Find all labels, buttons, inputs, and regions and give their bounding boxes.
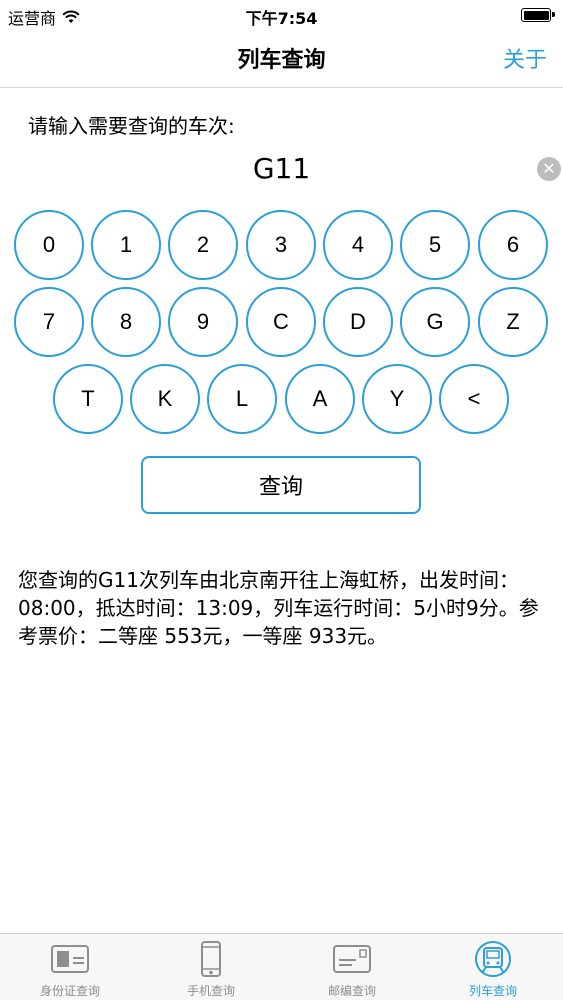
tab-label: 邮编查询 bbox=[327, 984, 376, 998]
key-c[interactable]: C bbox=[246, 287, 316, 357]
envelope-icon bbox=[333, 945, 371, 973]
key-l[interactable]: L bbox=[207, 364, 277, 434]
nav-bar: 列车查询 关于 bbox=[0, 30, 563, 88]
page-title: 列车查询 bbox=[237, 48, 326, 73]
input-prompt: 请输入需要查询的车次: bbox=[28, 114, 235, 138]
key-6[interactable]: 6 bbox=[478, 210, 548, 280]
phone-icon bbox=[201, 941, 221, 977]
key-d[interactable]: D bbox=[323, 287, 393, 357]
key-7[interactable]: 7 bbox=[14, 287, 84, 357]
clear-icon[interactable]: ✕ bbox=[537, 157, 561, 181]
key-z[interactable]: Z bbox=[478, 287, 548, 357]
tab-train[interactable]: 列车查询 bbox=[423, 934, 563, 1000]
key-2[interactable]: 2 bbox=[168, 210, 238, 280]
about-button[interactable]: 关于 bbox=[503, 42, 547, 74]
key-g[interactable]: G bbox=[400, 287, 470, 357]
key-t[interactable]: T bbox=[53, 364, 123, 434]
train-number-field[interactable]: G11 bbox=[0, 152, 563, 185]
key-9[interactable]: 9 bbox=[168, 287, 238, 357]
key-5[interactable]: 5 bbox=[400, 210, 470, 280]
tab-phone[interactable]: 手机查询 bbox=[141, 934, 281, 1000]
id-card-icon bbox=[51, 945, 89, 973]
status-time: 下午7:54 bbox=[245, 9, 318, 28]
query-button[interactable]: 查询 bbox=[141, 456, 421, 514]
battery-icon bbox=[521, 8, 555, 22]
key-y[interactable]: Y bbox=[362, 364, 432, 434]
key-8[interactable]: 8 bbox=[91, 287, 161, 357]
key-a[interactable]: A bbox=[285, 364, 355, 434]
tab-label: 手机查询 bbox=[186, 984, 235, 998]
key-backspace[interactable]: < bbox=[439, 364, 509, 434]
key-0[interactable]: 0 bbox=[14, 210, 84, 280]
key-3[interactable]: 3 bbox=[246, 210, 316, 280]
status-bar: 运营商 下午7:54 bbox=[0, 0, 563, 30]
tab-id-card[interactable]: 身份证查询 bbox=[0, 934, 140, 1000]
tab-label: 列车查询 bbox=[468, 984, 517, 998]
tab-label: 身份证查询 bbox=[39, 984, 100, 998]
tab-bar: 身份证查询 手机查询 邮编查询 列车查询 bbox=[0, 933, 563, 1000]
key-k[interactable]: K bbox=[130, 364, 200, 434]
key-1[interactable]: 1 bbox=[91, 210, 161, 280]
key-4[interactable]: 4 bbox=[323, 210, 393, 280]
tab-postcode[interactable]: 邮编查询 bbox=[282, 934, 422, 1000]
train-icon bbox=[475, 941, 511, 977]
result-text: 您查询的G11次列车由北京南开往上海虹桥，出发时间：08:00，抵达时间：13:… bbox=[18, 568, 539, 648]
